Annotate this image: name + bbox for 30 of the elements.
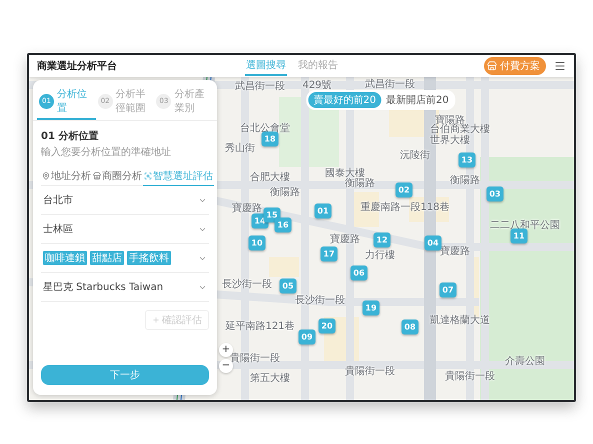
street-label: 貴陽街一段 <box>345 364 395 378</box>
street-label: 沅陵街 <box>400 148 430 162</box>
section-hint: 輸入您要分析位置的準確地址 <box>41 146 172 159</box>
street-label: 世界大樓 <box>430 134 470 147</box>
street-label: 武昌街一段 <box>235 80 285 93</box>
street-label: 合肥大樓 <box>250 170 290 184</box>
street-label: 寶陽路 <box>435 114 465 126</box>
street-label: 衡陽路 <box>345 178 375 190</box>
street-label: 寶慶路 <box>440 244 470 258</box>
street-label: 寶慶路 <box>330 232 360 246</box>
street-label: 貴陽街一段 <box>445 370 495 383</box>
street-label: 力行樓 <box>365 248 395 262</box>
street-label: 秀山街 <box>225 142 255 155</box>
street-label: 衡陽路 <box>450 174 480 187</box>
street-label: 寶慶路 <box>232 202 262 215</box>
street-label: 重慶南路一段118巷 <box>360 200 450 214</box>
app-title: 商業選址分析平台 <box>37 59 117 73</box>
section-heading: 01 分析位置 <box>41 130 100 143</box>
street-label: 長沙街一段 <box>222 278 272 291</box>
street-label: 介壽公園 <box>505 354 545 368</box>
street-label: 長沙街一段 <box>295 294 345 307</box>
street-label: 第五大樓 <box>250 372 290 385</box>
street-label: 國泰大樓 <box>325 166 365 179</box>
street-label: 武昌街一段 <box>365 78 415 91</box>
street-label: 貴陽街一段 <box>230 352 280 365</box>
street-label: 衡陽路 <box>270 186 300 199</box>
street-label: 429號 <box>302 78 332 92</box>
street-label: 延平南路121巷 <box>225 320 295 333</box>
street-label: 凱達格蘭大道 <box>430 314 490 327</box>
street-label: 台伯商業大樓 <box>430 124 490 135</box>
